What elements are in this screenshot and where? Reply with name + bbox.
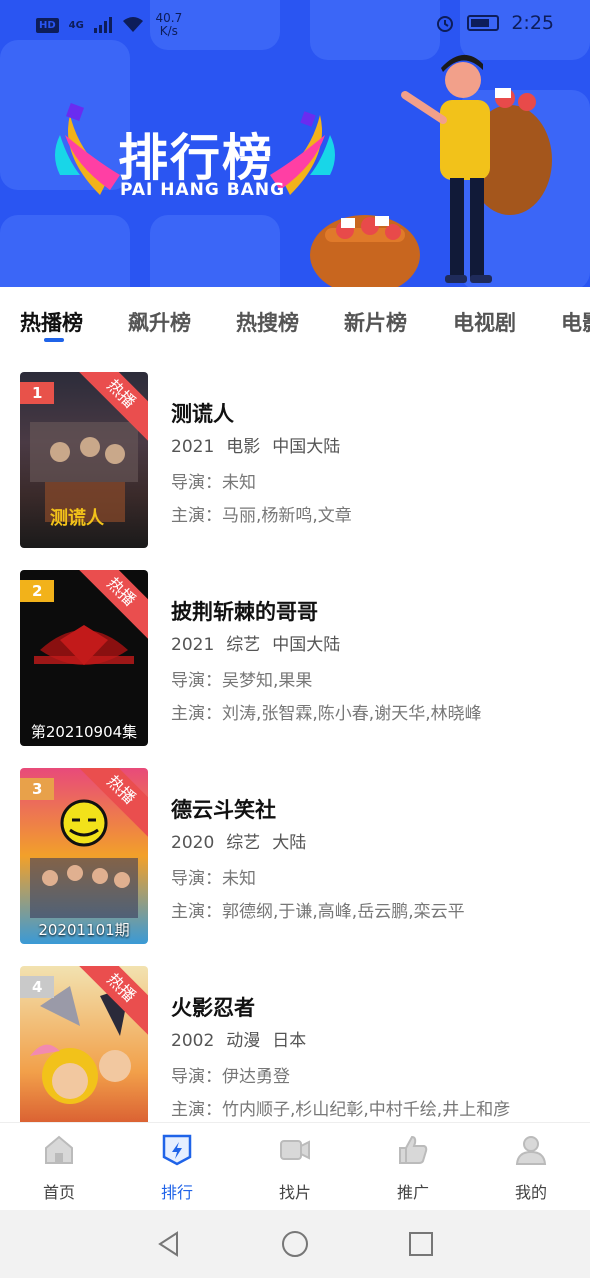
thumbs-up-icon bbox=[399, 1135, 428, 1164]
list-item[interactable]: 4 热播 火影忍者 2002 动漫 日本 导演：伊达勇登 主演：竹内顺子,杉山纪彰,… bbox=[0, 966, 590, 1122]
nav-mine[interactable]: 我的 bbox=[491, 1133, 571, 1203]
network-type: 4G bbox=[68, 19, 84, 31]
bottom-navigation: 首页 排行 找片 推广 我的 bbox=[0, 1122, 590, 1210]
hd-badge: HD bbox=[36, 17, 59, 33]
nav-home[interactable]: 首页 bbox=[19, 1133, 99, 1203]
episode-caption: 第20210904集 bbox=[30, 723, 138, 741]
ranking-banner: HD 4G 40.7 K/s 2:25 排行榜 PAI HANG BANG bbox=[0, 0, 590, 287]
list-item[interactable]: 测谎人 1 热播 测谎人 2021 电影 中国大陆 导演：未知 主演：马丽,杨新鸣,… bbox=[0, 372, 590, 550]
network-speed: 40.7 K/s bbox=[155, 11, 183, 38]
video-icon bbox=[280, 1140, 310, 1160]
recent-apps-icon[interactable] bbox=[407, 1230, 435, 1258]
ranking-tabs: 热播榜 飙升榜 热搜榜 新片榜 电视剧 电影 bbox=[0, 287, 590, 353]
clock: 2:25 bbox=[511, 12, 554, 34]
status-bar: HD 4G 40.7 K/s 2:25 bbox=[0, 0, 590, 48]
home-circle-icon[interactable] bbox=[281, 1230, 309, 1258]
item-director: 导演：未知 bbox=[171, 869, 256, 889]
item-cast: 主演：马丽,杨新鸣,文章 bbox=[171, 506, 352, 526]
tab-hot-search[interactable]: 热搜榜 bbox=[236, 307, 299, 337]
active-tab-indicator bbox=[44, 338, 64, 342]
item-cast: 主演：郭德纲,于谦,高峰,岳云鹏,栾云平 bbox=[171, 902, 465, 922]
tab-tv-series[interactable]: 电视剧 bbox=[453, 307, 516, 337]
item-director: 导演：未知 bbox=[171, 473, 256, 493]
list-item[interactable]: 2 热播 第20210904集 披荆斩棘的哥哥 2021 综艺 中国大陆 导演：吴梦… bbox=[0, 570, 590, 748]
ranking-icon bbox=[162, 1134, 192, 1166]
svg-text:测谎人: 测谎人 bbox=[50, 507, 105, 529]
poster-image: 4 热播 bbox=[20, 966, 148, 1122]
item-title: 火影忍者 bbox=[171, 996, 255, 1020]
item-cast: 主演：刘涛,张智霖,陈小春,谢天华,林晓峰 bbox=[171, 704, 482, 724]
rank-badge: 2 bbox=[20, 580, 54, 602]
rank-badge: 4 bbox=[20, 976, 54, 998]
list-item[interactable]: 3 热播 20201101期 德云斗笑社 2020 综艺 大陆 导演：未知 主演：郭… bbox=[0, 768, 590, 946]
poster-image: 3 热播 20201101期 bbox=[20, 768, 148, 944]
item-meta: 2021 综艺 中国大陆 bbox=[171, 635, 341, 655]
item-director: 导演：吴梦知,果果 bbox=[171, 671, 313, 691]
item-meta: 2020 综艺 大陆 bbox=[171, 833, 307, 853]
nav-promote[interactable]: 推广 bbox=[373, 1133, 453, 1203]
person-with-bag-illustration-icon bbox=[310, 54, 552, 287]
item-title: 披荆斩棘的哥哥 bbox=[171, 600, 318, 624]
battery-icon bbox=[467, 15, 500, 31]
banner-subtitle: PAI HANG BANG bbox=[120, 180, 286, 200]
poster-image: 测谎人 1 热播 bbox=[20, 372, 148, 548]
rank-badge: 1 bbox=[20, 382, 54, 404]
item-title: 测谎人 bbox=[171, 402, 234, 426]
tab-hot-play[interactable]: 热播榜 bbox=[20, 307, 83, 337]
user-icon bbox=[515, 1136, 547, 1165]
back-icon[interactable] bbox=[155, 1230, 183, 1258]
poster-image: 2 热播 第20210904集 bbox=[20, 570, 148, 746]
tab-movies[interactable]: 电影 bbox=[561, 307, 590, 337]
wifi-icon bbox=[122, 17, 143, 32]
item-title: 德云斗笑社 bbox=[171, 798, 276, 822]
episode-caption: 20201101期 bbox=[38, 921, 130, 939]
rank-badge: 3 bbox=[20, 778, 54, 800]
home-icon bbox=[45, 1135, 73, 1164]
nav-find-video[interactable]: 找片 bbox=[255, 1133, 335, 1203]
signal-icon bbox=[93, 17, 112, 33]
nav-ranking[interactable]: 排行 bbox=[137, 1133, 217, 1203]
tab-rising[interactable]: 飙升榜 bbox=[128, 307, 191, 337]
item-meta: 2002 动漫 日本 bbox=[171, 1031, 307, 1051]
system-navigation-bar bbox=[0, 1210, 590, 1278]
item-director: 导演：伊达勇登 bbox=[171, 1067, 290, 1087]
item-meta: 2021 电影 中国大陆 bbox=[171, 437, 341, 457]
tab-new-release[interactable]: 新片榜 bbox=[344, 307, 407, 337]
alarm-icon bbox=[437, 16, 454, 32]
item-cast: 主演：竹内顺子,杉山纪彰,中村千绘,井上和彦 bbox=[171, 1100, 511, 1120]
